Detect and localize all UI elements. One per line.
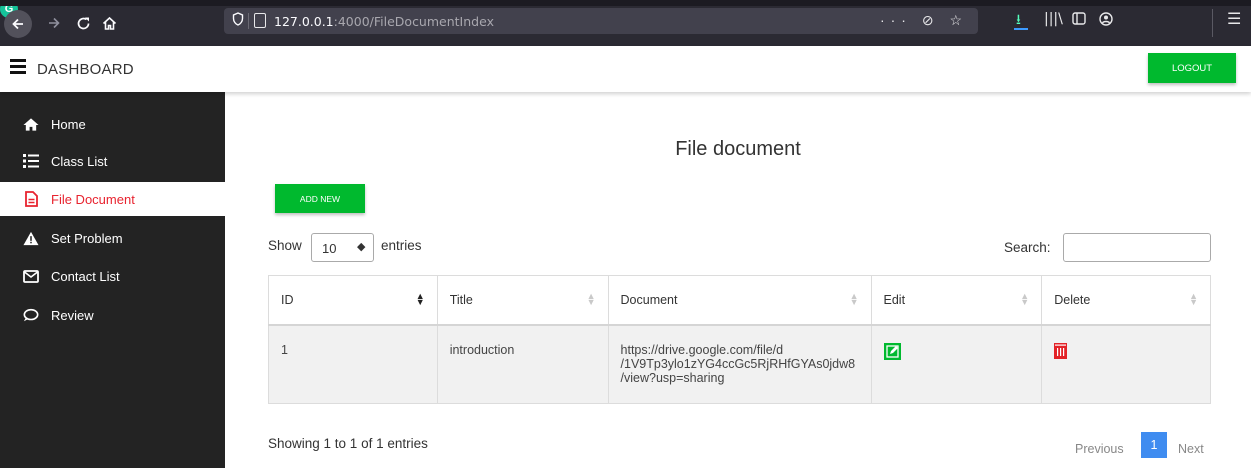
toolbar-divider — [1212, 9, 1213, 37]
add-new-button[interactable]: ADD NEW — [275, 184, 365, 213]
pagination-next[interactable]: Next — [1178, 442, 1204, 456]
hamburger-menu-icon[interactable] — [10, 59, 26, 74]
document-link-line: /1V9Tp3ylo1zYG4ccGc5RjRHfGYAs0jdw8 — [620, 356, 856, 371]
app-title: DASHBOARD — [37, 61, 134, 78]
shield-icon[interactable] — [232, 12, 244, 29]
cell-id: 1 — [268, 324, 438, 404]
url-host: 127.0.0.1 — [274, 14, 334, 29]
column-header-id[interactable]: ID ▲ ▼ — [268, 275, 438, 326]
column-header-title[interactable]: Title ▲ ▼ — [436, 275, 609, 326]
sort-icon: ▲ ▼ — [586, 291, 596, 307]
sort-icon: ▲ ▼ — [1020, 291, 1030, 307]
document-link-line: https://drive.google.com/file/d — [620, 342, 784, 357]
page-length-select[interactable]: 10 ◆ — [311, 233, 374, 262]
page-title: File document — [675, 138, 801, 160]
document-link-line: /view?usp=sharing — [620, 370, 725, 385]
column-header-delete[interactable]: Delete ▲ ▼ — [1041, 275, 1211, 326]
cell-title: introduction — [436, 324, 609, 404]
home-icon — [23, 116, 39, 132]
sidebar-item-label: Class List — [51, 153, 108, 169]
menu-icon[interactable]: ☰ — [1227, 12, 1241, 28]
sidebar-item-label: Review — [51, 307, 94, 323]
sidebar-item-contact-list[interactable]: Contact List — [0, 259, 225, 293]
forward-icon[interactable] — [39, 9, 69, 37]
back-icon[interactable] — [4, 10, 32, 38]
sidebar-item-file-document[interactable]: File Document — [0, 182, 225, 216]
file-icon — [23, 191, 39, 207]
sort-asc-icon: ▲ ▼ — [415, 291, 425, 307]
sidebar-item-label: Home — [51, 116, 86, 132]
sort-icon: ▲ ▼ — [1189, 291, 1198, 307]
search-label: Search: — [1004, 240, 1051, 255]
list-icon — [23, 153, 39, 169]
page-icon — [254, 13, 266, 28]
address-bar[interactable]: 127.0.0.1:4000/FileDocumentIndex ··· ⊘ ☆ — [224, 8, 978, 34]
page-length-value: 10 — [322, 241, 337, 256]
page-actions-icons[interactable]: ··· ⊘ ☆ — [880, 12, 968, 29]
main-content: File document ADD NEW Show 10 ◆ entries … — [225, 92, 1251, 468]
sidebar-item-label: Set Problem — [51, 230, 123, 246]
cell-document: https://drive.google.com/file/d /1V9Tp3y… — [607, 324, 872, 404]
sidebar-item-label: Contact List — [51, 268, 120, 284]
sidebar-item-review[interactable]: Review — [0, 298, 225, 332]
download-progress — [1014, 28, 1028, 30]
app-header: DASHBOARD LOGOUT — [0, 46, 1251, 92]
pagination-previous[interactable]: Previous — [1075, 442, 1124, 456]
pagination-page-1[interactable]: 1 — [1141, 432, 1167, 458]
sidebar: Home Class List File Document Set Proble… — [0, 92, 225, 468]
edit-icon[interactable] — [883, 342, 901, 360]
sidebar-item-home[interactable]: Home — [0, 107, 225, 141]
warning-icon — [23, 230, 39, 246]
show-label: Show — [268, 238, 302, 253]
chat-icon — [23, 307, 39, 323]
sort-icon: ▲ ▼ — [849, 291, 859, 307]
tab-strip — [0, 0, 1251, 6]
table-header-row: ID ▲ ▼ Title ▲ ▼ Document ▲ ▼ Edit ▲ ▼ Delete ▲ ▼ — [268, 275, 1211, 326]
url-path: :4000/FileDocumentIndex — [333, 14, 494, 29]
cell-edit — [870, 324, 1043, 404]
table-row: 1 introduction https://drive.google.com/… — [268, 324, 1211, 404]
select-arrows-icon: ◆ — [357, 241, 366, 253]
trash-icon[interactable] — [1054, 342, 1068, 359]
sidebar-toggle-icon[interactable] — [1072, 12, 1086, 27]
envelope-icon — [23, 268, 39, 284]
logout-button[interactable]: LOGOUT — [1148, 53, 1236, 83]
column-header-edit[interactable]: Edit ▲ ▼ — [870, 275, 1043, 326]
url-divider — [248, 13, 249, 29]
download-icon[interactable]: ⭳ — [1016, 12, 1021, 26]
browser-toolbar: 127.0.0.1:4000/FileDocumentIndex ··· ⊘ ☆… — [0, 0, 1251, 46]
sidebar-item-class-list[interactable]: Class List — [0, 144, 225, 178]
url-text[interactable]: 127.0.0.1:4000/FileDocumentIndex — [274, 14, 494, 29]
sidebar-item-set-problem[interactable]: Set Problem — [0, 221, 225, 255]
sidebar-item-label: File Document — [51, 191, 135, 207]
column-header-document[interactable]: Document ▲ ▼ — [607, 275, 872, 326]
account-icon[interactable] — [1099, 12, 1113, 28]
library-icon[interactable]: |||\ — [1044, 12, 1063, 26]
search-input[interactable] — [1063, 233, 1211, 262]
entries-label: entries — [381, 238, 422, 253]
table-info: Showing 1 to 1 of 1 entries — [268, 436, 428, 451]
file-document-table: ID ▲ ▼ Title ▲ ▼ Document ▲ ▼ Edit ▲ ▼ Delete ▲ ▼ … — [268, 275, 1211, 404]
cell-delete — [1041, 324, 1211, 404]
home-page-icon[interactable] — [94, 9, 124, 37]
